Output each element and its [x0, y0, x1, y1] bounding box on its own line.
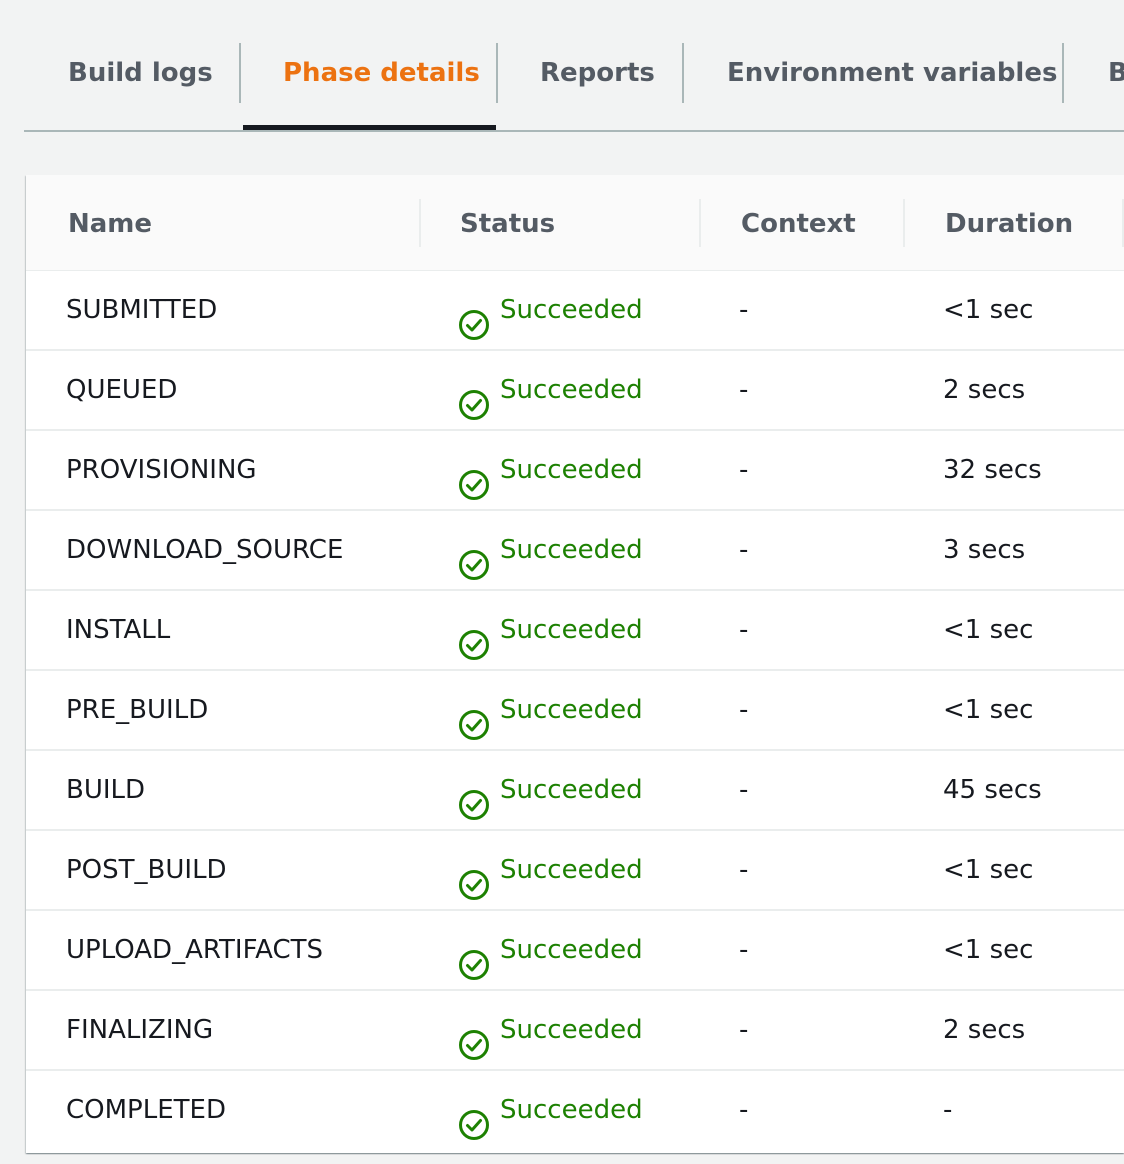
tab-divider: [239, 43, 241, 103]
phase-name: PROVISIONING: [66, 455, 257, 485]
check-circle-icon: [458, 374, 490, 420]
table-row: UPLOAD_ARTIFACTS Succeeded - <1 sec: [26, 911, 1124, 991]
status-cell: Succeeded: [458, 1071, 643, 1149]
check-circle-icon: [458, 614, 490, 660]
phase-name: COMPLETED: [66, 1095, 226, 1125]
phase-duration: <1 sec: [943, 935, 1034, 965]
check-circle-icon: [458, 454, 490, 500]
phase-context: -: [739, 855, 749, 885]
check-circle-icon: [458, 774, 490, 820]
status-text: Succeeded: [500, 375, 643, 405]
check-circle-icon: [458, 854, 490, 900]
phase-context: -: [739, 455, 749, 485]
phase-context: -: [739, 775, 749, 805]
status-cell: Succeeded: [458, 351, 643, 429]
tab-overflow-label: B: [1108, 58, 1124, 88]
phase-name: POST_BUILD: [66, 855, 227, 885]
column-header-status[interactable]: Status: [460, 175, 555, 271]
phase-duration: 32 secs: [943, 455, 1042, 485]
phase-name: DOWNLOAD_SOURCE: [66, 535, 344, 565]
table-row: FINALIZING Succeeded - 2 secs: [26, 991, 1124, 1071]
table-row: INSTALL Succeeded - <1 sec: [26, 591, 1124, 671]
status-cell: Succeeded: [458, 911, 643, 989]
table-row: BUILD Succeeded - 45 secs: [26, 751, 1124, 831]
column-header-name[interactable]: Name: [68, 175, 152, 271]
status-text: Succeeded: [500, 775, 643, 805]
status-cell: Succeeded: [458, 431, 643, 509]
phase-duration: 3 secs: [943, 535, 1026, 565]
active-tab-indicator: [243, 125, 496, 130]
phase-context: -: [739, 695, 749, 725]
tab-phase-details[interactable]: Phase details: [283, 0, 480, 130]
phase-name: SUBMITTED: [66, 295, 218, 325]
status-cell: Succeeded: [458, 751, 643, 829]
tab-divider: [1062, 43, 1064, 103]
phase-duration: <1 sec: [943, 295, 1034, 325]
phase-name: INSTALL: [66, 615, 171, 645]
status-text: Succeeded: [500, 855, 643, 885]
table-header: Name Status Context Duration: [26, 175, 1124, 271]
phase-duration: 2 secs: [943, 1015, 1026, 1045]
phase-duration: <1 sec: [943, 615, 1034, 645]
status-text: Succeeded: [500, 1015, 643, 1045]
table-row: COMPLETED Succeeded - -: [26, 1071, 1124, 1151]
table-row: SUBMITTED Succeeded - <1 sec: [26, 271, 1124, 351]
phase-context: -: [739, 535, 749, 565]
phase-duration: -: [943, 1095, 953, 1125]
check-circle-icon: [458, 934, 490, 980]
phase-context: -: [739, 615, 749, 645]
phase-context: -: [739, 1095, 749, 1125]
phase-name: QUEUED: [66, 375, 178, 405]
phase-context: -: [739, 935, 749, 965]
status-cell: Succeeded: [458, 831, 643, 909]
tab-build-logs[interactable]: Build logs: [68, 0, 213, 130]
phase-context: -: [739, 1015, 749, 1045]
phase-duration: 45 secs: [943, 775, 1042, 805]
phase-name: UPLOAD_ARTIFACTS: [66, 935, 324, 965]
status-text: Succeeded: [500, 1095, 643, 1125]
column-resizer[interactable]: [903, 199, 905, 247]
check-circle-icon: [458, 534, 490, 580]
tab-reports[interactable]: Reports: [540, 0, 655, 130]
check-circle-icon: [458, 1014, 490, 1060]
tab-divider: [496, 43, 498, 103]
tab-bar: Build logs Phase details Reports Environ…: [24, 0, 1124, 132]
phase-context: -: [739, 375, 749, 405]
status-cell: Succeeded: [458, 671, 643, 749]
phase-name: PRE_BUILD: [66, 695, 209, 725]
column-resizer[interactable]: [699, 199, 701, 247]
status-text: Succeeded: [500, 455, 643, 485]
status-text: Succeeded: [500, 615, 643, 645]
table-row: DOWNLOAD_SOURCE Succeeded - 3 secs: [26, 511, 1124, 591]
status-text: Succeeded: [500, 295, 643, 325]
column-header-duration[interactable]: Duration: [945, 175, 1073, 271]
check-circle-icon: [458, 1094, 490, 1140]
check-circle-icon: [458, 294, 490, 340]
status-text: Succeeded: [500, 535, 643, 565]
column-header-context[interactable]: Context: [741, 175, 856, 271]
phase-details-table: Name Status Context Duration SUBMITTED Su…: [26, 175, 1124, 1153]
status-cell: Succeeded: [458, 511, 643, 589]
tab-overflow[interactable]: B: [1106, 0, 1124, 130]
phase-name: BUILD: [66, 775, 146, 805]
status-cell: Succeeded: [458, 991, 643, 1069]
phase-context: -: [739, 295, 749, 325]
tab-environment-variables[interactable]: Environment variables: [727, 0, 1057, 130]
status-text: Succeeded: [500, 935, 643, 965]
table-row: PROVISIONING Succeeded - 32 secs: [26, 431, 1124, 511]
status-text: Succeeded: [500, 695, 643, 725]
table-row: PRE_BUILD Succeeded - <1 sec: [26, 671, 1124, 751]
table-row: QUEUED Succeeded - 2 secs: [26, 351, 1124, 431]
column-resizer[interactable]: [419, 199, 421, 247]
phase-duration: <1 sec: [943, 695, 1034, 725]
status-cell: Succeeded: [458, 271, 643, 349]
phase-duration: 2 secs: [943, 375, 1026, 405]
table-row: POST_BUILD Succeeded - <1 sec: [26, 831, 1124, 911]
phase-duration: <1 sec: [943, 855, 1034, 885]
check-circle-icon: [458, 694, 490, 740]
status-cell: Succeeded: [458, 591, 643, 669]
phase-name: FINALIZING: [66, 1015, 214, 1045]
tab-divider: [682, 43, 684, 103]
